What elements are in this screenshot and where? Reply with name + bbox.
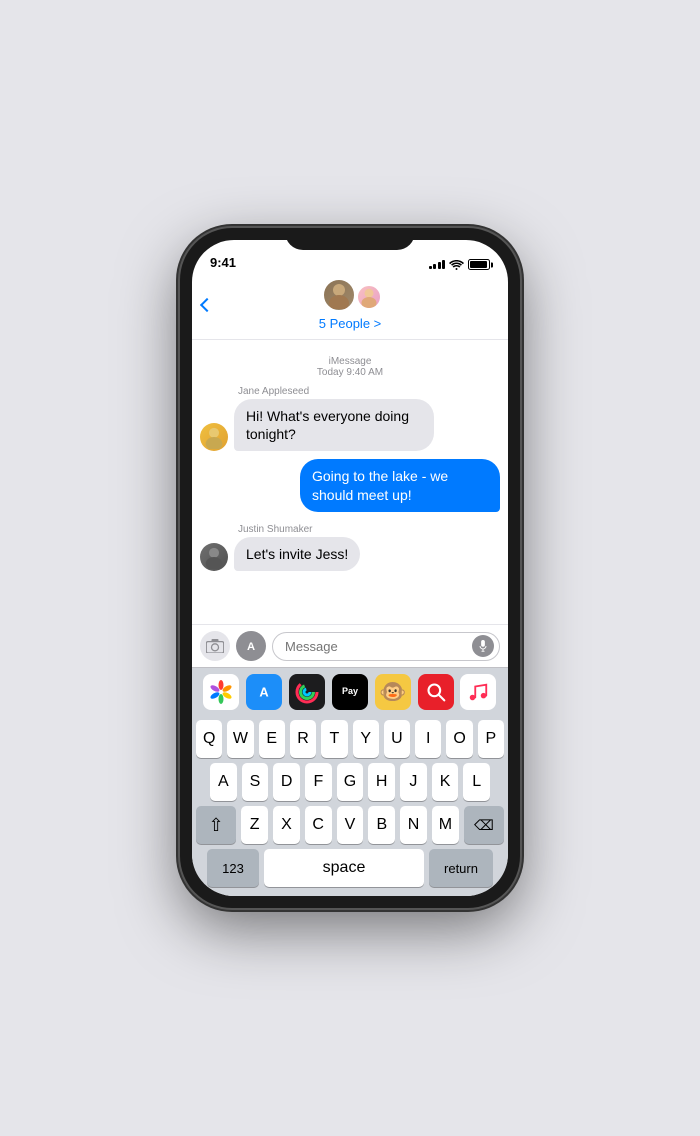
message-row-sent: Going to the lake - we should meet up! bbox=[200, 459, 500, 511]
back-chevron-icon bbox=[200, 297, 214, 311]
appstore-icon: A bbox=[243, 638, 259, 654]
music-icon-svg bbox=[467, 681, 489, 703]
appstore-app-icon[interactable]: A bbox=[246, 674, 282, 710]
group-name[interactable]: 5 People > bbox=[319, 316, 382, 331]
camera-button[interactable] bbox=[200, 631, 230, 661]
key-L[interactable]: L bbox=[463, 763, 490, 801]
avatar-main bbox=[322, 278, 356, 312]
person-icon bbox=[327, 281, 351, 309]
sender-name-justin: Justin Shumaker bbox=[238, 524, 500, 535]
nav-header: 5 People > bbox=[192, 274, 508, 340]
phone-screen: 9:41 bbox=[192, 240, 508, 896]
animoji-app-icon[interactable]: 🐵 bbox=[375, 674, 411, 710]
search-icon-svg bbox=[426, 682, 446, 702]
justin-avatar-icon bbox=[204, 545, 224, 569]
keyboard-row-3: ⇧ Z X C V B N M ⌫ bbox=[196, 806, 504, 844]
sender-name-jane: Jane Appleseed bbox=[238, 386, 500, 397]
messages-area: iMessage Today 9:40 AM Jane Appleseed Hi… bbox=[192, 340, 508, 624]
message-group-jane: Jane Appleseed Hi! What's everyone doing… bbox=[200, 386, 500, 451]
key-V[interactable]: V bbox=[337, 806, 364, 844]
photos-app-icon[interactable] bbox=[203, 674, 239, 710]
space-key[interactable]: space bbox=[264, 849, 424, 887]
key-W[interactable]: W bbox=[227, 720, 253, 758]
message-group-justin: Justin Shumaker Let's invite Jess! bbox=[200, 524, 500, 571]
battery-icon bbox=[468, 259, 490, 270]
timestamp-label: iMessage Today 9:40 AM bbox=[200, 356, 500, 378]
signal-icon bbox=[429, 260, 446, 269]
key-C[interactable]: C bbox=[305, 806, 332, 844]
key-I[interactable]: I bbox=[415, 720, 441, 758]
wifi-icon bbox=[449, 259, 464, 270]
key-Y[interactable]: Y bbox=[353, 720, 379, 758]
shift-key[interactable]: ⇧ bbox=[196, 806, 236, 844]
key-N[interactable]: N bbox=[400, 806, 427, 844]
avatar-justin bbox=[200, 543, 228, 571]
status-icons bbox=[429, 259, 491, 270]
applepay-app-icon[interactable]: Pay bbox=[332, 674, 368, 710]
person2-icon bbox=[360, 286, 378, 308]
key-G[interactable]: G bbox=[337, 763, 364, 801]
keyboard-row-1: Q W E R T Y U I O P bbox=[196, 720, 504, 758]
key-B[interactable]: B bbox=[368, 806, 395, 844]
key-F[interactable]: F bbox=[305, 763, 332, 801]
mic-button[interactable] bbox=[472, 635, 494, 657]
key-O[interactable]: O bbox=[446, 720, 472, 758]
key-Z[interactable]: Z bbox=[241, 806, 268, 844]
message-input[interactable] bbox=[272, 632, 500, 661]
keyboard: Q W E R T Y U I O P A S D F G H J K bbox=[192, 714, 508, 896]
activity-app-icon[interactable] bbox=[289, 674, 325, 710]
input-area: A bbox=[192, 624, 508, 667]
key-Q[interactable]: Q bbox=[196, 720, 222, 758]
key-P[interactable]: P bbox=[478, 720, 504, 758]
key-U[interactable]: U bbox=[384, 720, 410, 758]
appstore-button[interactable]: A bbox=[236, 631, 266, 661]
key-E[interactable]: E bbox=[259, 720, 285, 758]
delete-key[interactable]: ⌫ bbox=[464, 806, 504, 844]
group-avatars bbox=[322, 278, 378, 314]
app-drawer: A Pay 🐵 bbox=[192, 667, 508, 714]
return-key[interactable]: return bbox=[429, 849, 493, 887]
jane-avatar-icon bbox=[204, 425, 224, 449]
music-app-icon[interactable] bbox=[460, 674, 496, 710]
bubble-sent: Going to the lake - we should meet up! bbox=[300, 459, 500, 511]
svg-text:A: A bbox=[247, 641, 255, 653]
key-K[interactable]: K bbox=[432, 763, 459, 801]
key-S[interactable]: S bbox=[242, 763, 269, 801]
key-M[interactable]: M bbox=[432, 806, 459, 844]
bubble-jane: Hi! What's everyone doing tonight? bbox=[234, 399, 434, 451]
keyboard-row-bottom: 123 space return bbox=[196, 849, 504, 887]
camera-icon bbox=[206, 639, 224, 653]
message-row-justin: Let's invite Jess! bbox=[200, 537, 500, 571]
notch bbox=[285, 228, 415, 250]
key-T[interactable]: T bbox=[321, 720, 347, 758]
activity-icon-svg bbox=[293, 678, 321, 706]
avatar-jane bbox=[200, 423, 228, 451]
bubble-justin: Let's invite Jess! bbox=[234, 537, 360, 571]
numbers-key[interactable]: 123 bbox=[207, 849, 259, 887]
key-H[interactable]: H bbox=[368, 763, 395, 801]
key-X[interactable]: X bbox=[273, 806, 300, 844]
svg-text:A: A bbox=[260, 685, 269, 700]
key-A[interactable]: A bbox=[210, 763, 237, 801]
status-time: 9:41 bbox=[210, 255, 236, 270]
back-button[interactable] bbox=[202, 300, 214, 310]
avatar-secondary bbox=[356, 284, 382, 310]
keyboard-row-2: A S D F G H J K L bbox=[196, 763, 504, 801]
message-input-wrapper bbox=[272, 632, 500, 661]
appstore-icon-svg: A bbox=[253, 681, 275, 703]
key-D[interactable]: D bbox=[273, 763, 300, 801]
message-row-jane: Hi! What's everyone doing tonight? bbox=[200, 399, 500, 451]
phone-frame: 9:41 bbox=[180, 228, 520, 908]
key-J[interactable]: J bbox=[400, 763, 427, 801]
header-center: 5 People > bbox=[319, 278, 382, 331]
web-search-app-icon[interactable] bbox=[418, 674, 454, 710]
photos-icon-svg bbox=[207, 678, 235, 706]
mic-icon bbox=[479, 640, 487, 652]
key-R[interactable]: R bbox=[290, 720, 316, 758]
